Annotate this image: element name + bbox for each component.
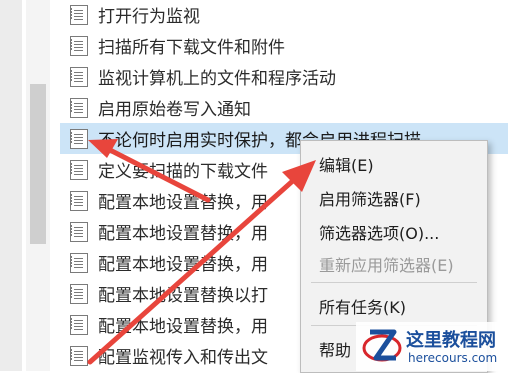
menu-separator xyxy=(311,282,477,283)
site-watermark: 这里教程网 herecours.com xyxy=(356,322,508,371)
scrollbar-thumb[interactable] xyxy=(30,84,46,244)
policy-setting-icon xyxy=(70,4,88,25)
policy-setting-icon xyxy=(70,252,88,273)
menu-item-edit[interactable]: 编辑(E) xyxy=(319,152,374,176)
policy-setting-icon xyxy=(70,345,88,366)
left-panel-edge xyxy=(0,0,22,371)
list-item-label: 定义要扫描的下载文件 xyxy=(98,162,268,182)
policy-setting-icon xyxy=(70,97,88,118)
list-item[interactable]: 打开行为监视 xyxy=(60,0,480,30)
list-item-label: 配置本地设置替换，用 xyxy=(98,224,268,244)
policy-setting-icon xyxy=(70,35,88,56)
list-item-label: 配置本地设置替换，用 xyxy=(98,317,268,337)
policy-setting-icon xyxy=(70,283,88,304)
list-item-label: 配置本地设置替换以打 xyxy=(98,286,268,306)
list-item-label: 扫描所有下载文件和附件 xyxy=(98,38,285,58)
watermark-url: herecours.com xyxy=(408,351,498,365)
policy-setting-icon xyxy=(70,66,88,87)
list-item[interactable]: 监视计算机上的文件和程序活动 xyxy=(60,61,480,92)
menu-item-filter-options[interactable]: 筛选器选项(O)... xyxy=(319,220,439,244)
menu-item-help[interactable]: 帮助 xyxy=(319,337,351,361)
menu-item-all-tasks[interactable]: 所有任务(K) xyxy=(319,294,406,318)
list-item-label: 打开行为监视 xyxy=(98,7,200,27)
menu-item-reapply-filter[interactable]: 重新应用筛选器(E) xyxy=(319,252,454,276)
list-item[interactable]: 启用原始卷写入通知 xyxy=(60,92,480,123)
list-item-label: 启用原始卷写入通知 xyxy=(98,100,251,120)
list-item-label: 监视计算机上的文件和程序活动 xyxy=(98,69,336,89)
watermark-title: 这里教程网 xyxy=(406,330,496,351)
policy-setting-icon xyxy=(70,190,88,211)
vertical-scrollbar[interactable] xyxy=(26,0,50,371)
list-item-label: 配置本地设置替换，用 xyxy=(98,255,268,275)
policy-setting-icon xyxy=(70,159,88,180)
list-item-label: 配置监视传入和传出文 xyxy=(98,348,268,368)
watermark-logo-icon xyxy=(362,329,402,362)
list-item[interactable]: 扫描所有下载文件和附件 xyxy=(60,30,480,61)
list-item-label: 配置本地设置替换，用 xyxy=(98,193,268,213)
menu-item-enable-filter[interactable]: 启用筛选器(F) xyxy=(319,186,421,210)
policy-setting-icon xyxy=(70,314,88,335)
policy-setting-icon xyxy=(70,128,88,149)
policy-setting-icon xyxy=(70,221,88,242)
